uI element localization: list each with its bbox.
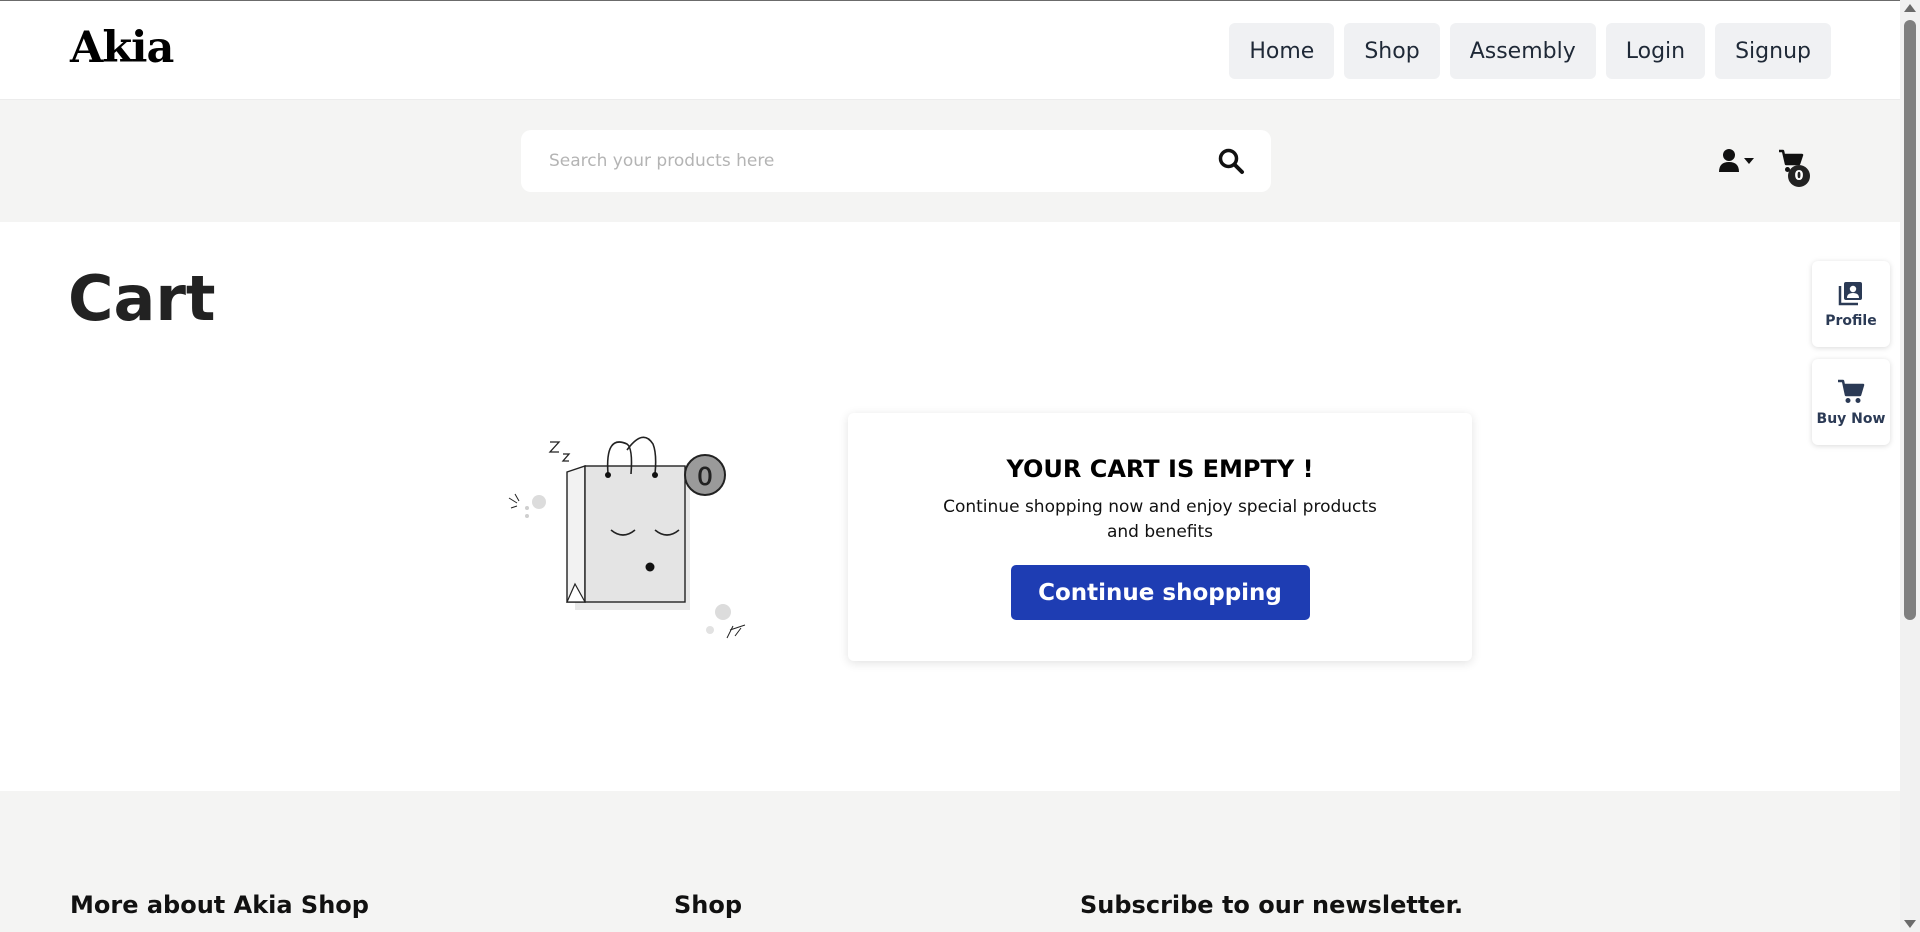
footer-about-heading: More about Akia Shop [70, 891, 369, 919]
buy-now-widget[interactable]: Buy Now [1812, 359, 1890, 445]
cart-count-badge: 0 [1788, 165, 1810, 187]
footer-newsletter-heading: Subscribe to our newsletter. [1080, 891, 1464, 919]
continue-shopping-button[interactable]: Continue shopping [1010, 565, 1310, 620]
nav-login-button[interactable]: Login [1605, 23, 1706, 79]
page-scrollbar[interactable] [1900, 0, 1920, 932]
page-title: Cart [68, 262, 216, 335]
search-band [0, 100, 1900, 222]
user-dropdown-icon[interactable] [1718, 148, 1758, 174]
profile-icon [1838, 282, 1862, 306]
search-icon[interactable] [1217, 147, 1245, 175]
scroll-thumb[interactable] [1904, 20, 1916, 620]
scroll-down-arrow-icon[interactable] [1904, 920, 1916, 928]
nav-home-button[interactable]: Home [1229, 23, 1335, 79]
empty-cart-card: YOUR CART IS EMPTY ! Continue shopping n… [848, 413, 1472, 661]
site-header: Akia Home Shop Assembly Login Signup [0, 1, 1900, 100]
footer-shop-heading: Shop [674, 891, 743, 919]
cart-icon [1838, 379, 1865, 403]
search-box [521, 130, 1271, 192]
nav-assembly-button[interactable]: Assembly [1449, 23, 1596, 79]
empty-bag-badge: 0 [697, 462, 713, 491]
nav-shop-button[interactable]: Shop [1344, 23, 1440, 79]
search-input[interactable] [549, 130, 1189, 192]
buy-now-label: Buy Now [1816, 411, 1886, 427]
site-footer: More about Akia Shop Shop Subscribe to o… [0, 791, 1900, 932]
empty-bag-illustration: 0 [508, 436, 746, 639]
site-logo[interactable]: Akia [70, 23, 174, 73]
nav-signup-button[interactable]: Signup [1715, 23, 1831, 79]
empty-cart-message: Continue shopping now and enjoy special … [943, 497, 1377, 542]
profile-widget[interactable]: Profile [1812, 261, 1890, 347]
scroll-up-arrow-icon[interactable] [1904, 4, 1916, 12]
profile-label: Profile [1825, 313, 1877, 329]
empty-cart-title: YOUR CART IS EMPTY ! [1006, 455, 1314, 483]
main-nav: Home Shop Assembly Login Signup [1229, 23, 1831, 79]
